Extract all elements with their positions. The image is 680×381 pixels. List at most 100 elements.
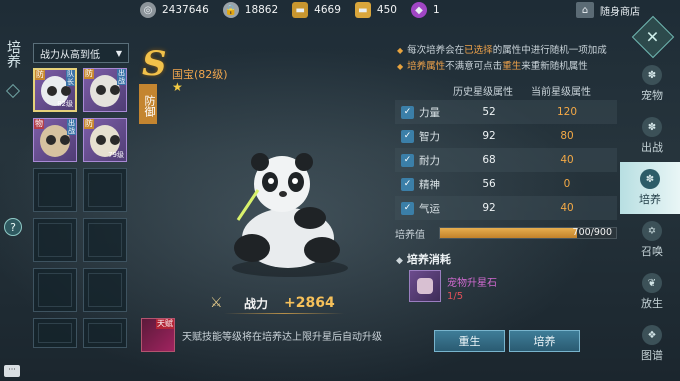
resource-gold-ingot[interactable]: ▬ 4669 xyxy=(292,2,341,18)
power-label: 战力 xyxy=(244,296,269,311)
talent-badge: 天赋 xyxy=(156,319,174,329)
attribute-name: 力量 xyxy=(419,106,440,119)
attribute-row: ✓ 气运 92 40 xyxy=(395,196,617,220)
note-highlight: 重生 xyxy=(502,61,522,72)
panda-eye xyxy=(268,178,274,184)
train-button[interactable]: 培养 xyxy=(509,330,580,352)
cost-title-text: 培养消耗 xyxy=(406,253,451,266)
star-stone-item-icon[interactable] xyxy=(409,270,441,302)
training-label: 培养值 xyxy=(395,229,425,241)
resource-value: 18862 xyxy=(244,4,279,16)
training-progress: 培养值 700/900 xyxy=(395,226,617,241)
pet-type-tag: 防 xyxy=(84,69,94,79)
shop-label: 随身商店 xyxy=(600,6,640,18)
resource-locked-coin[interactable]: 🔒 18862 xyxy=(222,2,279,18)
cost-item-quantity: 1/5 xyxy=(447,291,464,302)
pet-slot[interactable]: 防 79级 xyxy=(83,118,127,162)
paw-train-icon: ✽ xyxy=(640,169,660,189)
panda-nose xyxy=(279,191,287,197)
attribute-checkbox[interactable]: ✓ xyxy=(401,105,414,119)
help-button[interactable]: ? xyxy=(4,218,22,236)
pet-type-tag: 防 xyxy=(84,119,94,129)
pet-slot[interactable]: 物 出战 xyxy=(33,118,77,162)
empty-pet-slot[interactable] xyxy=(83,218,127,262)
shop-icon: ⌂ xyxy=(576,2,594,18)
empty-pet-slot[interactable] xyxy=(83,268,127,312)
silver-coin-icon: ◎ xyxy=(140,2,156,18)
panda-model[interactable] xyxy=(218,150,358,280)
summon-icon: ✡ xyxy=(642,221,662,241)
empty-pet-slot[interactable] xyxy=(33,268,77,312)
attribute-name: 精神 xyxy=(419,178,440,191)
attribute-checkbox[interactable]: ✓ xyxy=(401,129,414,143)
resource-value: 4669 xyxy=(314,4,341,16)
attribute-checkbox[interactable]: ✓ xyxy=(401,153,414,167)
attribute-history-value: 52 xyxy=(482,106,496,118)
attribute-header: 历史星级属性 当前星级属性 xyxy=(395,80,617,98)
pet-status-tag: 出战 xyxy=(67,119,76,135)
tab-battle[interactable]: ✽ 出战 xyxy=(624,110,680,162)
diamond-ornament-icon xyxy=(5,83,21,99)
tab-label: 宠物 xyxy=(641,89,663,102)
diamond-bullet-icon: ◆ xyxy=(397,46,404,55)
release-icon: ❦ xyxy=(642,273,662,293)
power-value: +2864 xyxy=(284,295,335,311)
glow-slash xyxy=(236,189,260,221)
empty-pet-slot[interactable] xyxy=(33,218,77,262)
talent-skill-icon[interactable]: 天赋 xyxy=(141,318,175,352)
tab-train[interactable]: ✽ 培养 xyxy=(620,162,680,214)
attribute-history-value: 68 xyxy=(482,154,496,166)
cost-title: ◆ 培养消耗 xyxy=(396,251,451,267)
star-icon: ★ xyxy=(172,80,183,94)
page-title: 培养 xyxy=(5,40,21,68)
pet-role-badge: 防御 xyxy=(139,84,157,124)
tab-label: 培养 xyxy=(639,193,661,206)
attribute-history-value: 56 xyxy=(482,178,496,190)
attribute-checkbox[interactable]: ✓ xyxy=(401,201,414,215)
resource-purple-gem[interactable]: ◆ 1 xyxy=(410,2,440,18)
combat-power: ⚔ 战力 +2864 xyxy=(210,292,360,314)
empty-pet-slot[interactable] xyxy=(33,318,77,348)
note-line: ◆ 每次培养会在已选择的属性中进行随机一项加成 xyxy=(397,43,607,59)
attribute-name: 气运 xyxy=(419,202,440,215)
pet-slot[interactable]: 防 队长 82级 xyxy=(33,68,77,112)
attribute-history-value: 92 xyxy=(482,202,496,214)
attribute-current-value: 0 xyxy=(563,178,571,190)
attribute-row: ✓ 耐力 68 40 xyxy=(395,148,617,172)
training-bar: 700/900 xyxy=(439,227,617,239)
close-icon: ✕ xyxy=(646,27,660,47)
empty-pet-slot[interactable] xyxy=(83,168,127,212)
empty-pet-slot[interactable] xyxy=(83,318,127,348)
chat-button[interactable]: ··· xyxy=(4,365,20,377)
chevron-down-icon: ▼ xyxy=(115,48,122,58)
attribute-row: ✓ 精神 56 0 xyxy=(395,172,617,196)
pet-status-tag: 队长 xyxy=(66,70,75,86)
cost-item-name: 宠物升星石 xyxy=(447,278,497,289)
rebirth-button[interactable]: 重生 xyxy=(434,330,505,352)
pet-slot[interactable]: 防 出战 xyxy=(83,68,127,112)
resource-bound-ingot[interactable]: ▬ 450 xyxy=(354,2,397,18)
resource-value: 1 xyxy=(432,4,440,16)
sort-dropdown[interactable]: 战力从高到低 ▼ xyxy=(33,43,129,63)
tab-label: 出战 xyxy=(641,141,663,154)
pet-status-tag: 出战 xyxy=(117,69,126,85)
pet-type-tag: 物 xyxy=(34,119,44,129)
tab-summon[interactable]: ✡ 召唤 xyxy=(624,214,680,266)
resource-silver[interactable]: ◎ 2437646 xyxy=(140,2,209,18)
training-notes: ◆ 每次培养会在已选择的属性中进行随机一项加成 ◆ 培养属性不满意可点击重生来重新随… xyxy=(397,43,607,75)
tab-pet[interactable]: ✽ 宠物 xyxy=(624,58,680,110)
sort-selected-value: 战力从高到低 xyxy=(40,49,100,61)
tab-atlas[interactable]: ❖ 图谱 xyxy=(624,318,680,370)
attribute-checkbox[interactable]: ✓ xyxy=(401,177,414,191)
empty-pet-slot[interactable] xyxy=(33,168,77,212)
tab-label: 图谱 xyxy=(641,349,663,362)
current-header: 当前星级属性 xyxy=(531,87,591,98)
left-title-column: 培养 xyxy=(0,40,26,99)
diamond-bullet-icon: ◆ xyxy=(396,256,403,266)
tab-label: 召唤 xyxy=(641,245,663,258)
attribute-name: 耐力 xyxy=(419,154,440,167)
gold-ingot-icon: ▬ xyxy=(292,2,309,18)
portable-shop-button[interactable]: ⌂ 随身商店 xyxy=(576,2,640,18)
tab-release[interactable]: ❦ 放生 xyxy=(624,266,680,318)
diamond-bullet-icon: ◆ xyxy=(397,62,404,71)
